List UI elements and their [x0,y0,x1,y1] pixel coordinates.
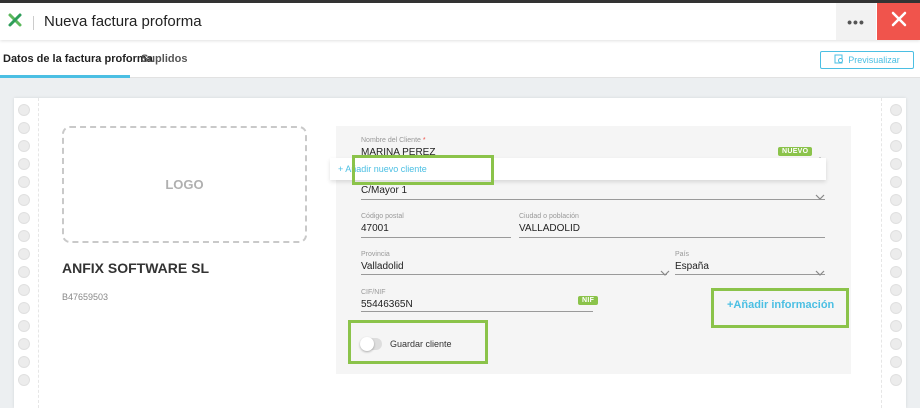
binder-hole [18,194,30,206]
close-button[interactable] [877,3,920,40]
preview-label: Previsualizar [848,55,900,65]
highlight-save-client [348,320,488,364]
country-underline [675,274,825,275]
province-select[interactable]: Valladolid [361,261,404,272]
tab-suplidos[interactable]: Suplidos [141,53,187,65]
binder-hole [890,356,902,368]
document-preview-icon [834,54,844,66]
binder-hole [890,248,902,260]
nif-underline [361,311,593,312]
binder-hole [890,284,902,296]
binder-hole [18,374,30,386]
more-options-button[interactable]: ••• [836,3,876,40]
postal-code-label: Código postal [361,213,404,220]
active-tab-indicator [0,75,130,78]
binder-hole [18,176,30,188]
company-name: ANFIX SOFTWARE SL [62,260,209,276]
binder-hole [890,140,902,152]
sheet-margin-left [38,98,39,408]
binder-holes-right [888,98,904,398]
logo-upload-area[interactable]: LOGO [62,126,307,243]
chevron-down-icon[interactable] [660,264,670,276]
chevron-down-icon[interactable] [815,188,825,200]
binder-hole [18,266,30,278]
logo-placeholder: LOGO [165,177,204,192]
binder-hole [18,248,30,260]
company-cif: B47659503 [62,292,109,302]
address-underline [361,199,825,200]
binder-hole [18,212,30,224]
highlight-add-info [711,288,849,328]
province-label: Provincia [361,251,390,258]
binder-hole [18,356,30,368]
top-bar: Nueva factura proforma ••• [0,0,920,40]
binder-hole [18,122,30,134]
tab-datos-factura[interactable]: Datos de la factura proforma [3,53,153,65]
binder-hole [18,284,30,296]
binder-hole [890,338,902,350]
postal-code-underline [361,237,511,238]
binder-hole [18,140,30,152]
province-underline [361,274,667,275]
binder-hole [890,104,902,116]
country-label: País [675,251,690,258]
binder-hole [18,158,30,170]
tabs-bar: Datos de la factura proforma Suplidos [0,40,920,78]
sheet-margin-right [881,98,882,408]
header-divider [33,16,34,30]
binder-hole [890,302,902,314]
city-underline [519,237,825,238]
binder-hole [18,320,30,332]
binder-hole [18,104,30,116]
binder-hole [18,338,30,350]
binder-hole [890,176,902,188]
highlight-add-client [352,155,494,185]
binder-hole [890,158,902,170]
binder-hole [890,194,902,206]
binder-hole [890,230,902,242]
binder-hole [890,374,902,386]
address-input[interactable]: C/Mayor 1 [361,185,407,196]
city-label: Ciudad o población [519,213,579,220]
chevron-down-icon[interactable] [815,264,825,276]
nif-label: CIF/NIF [361,289,386,296]
binder-hole [890,122,902,134]
page-title: Nueva factura proforma [44,13,202,30]
binder-holes-left [16,98,32,398]
new-client-badge: NUEVO [778,147,813,156]
anfix-x-icon [7,12,23,28]
postal-code-input[interactable]: 47001 [361,223,389,234]
binder-hole [890,266,902,278]
binder-hole [890,212,902,224]
nif-badge: NIF [578,296,599,305]
client-name-label: Nombre del Cliente * [361,137,426,144]
binder-hole [890,320,902,332]
binder-hole [18,230,30,242]
country-select[interactable]: España [675,261,709,272]
preview-button[interactable]: Previsualizar [820,51,914,69]
nif-input[interactable]: 55446365N [361,299,413,310]
close-icon [891,11,907,32]
binder-hole [18,302,30,314]
city-input[interactable]: VALLADOLID [519,223,580,234]
